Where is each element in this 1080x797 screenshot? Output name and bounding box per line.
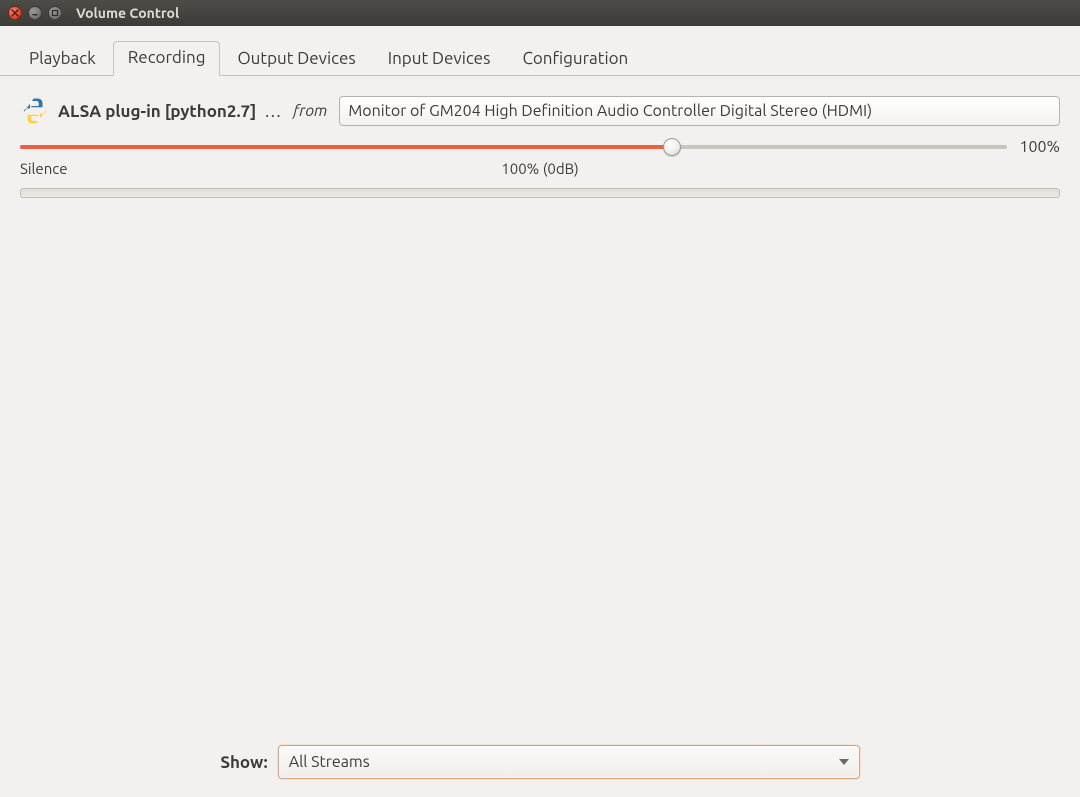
volume-slider-row: 100% (20, 138, 1060, 156)
close-icon (11, 9, 19, 17)
tab-configuration[interactable]: Configuration (507, 42, 643, 76)
close-window-button[interactable] (8, 6, 22, 20)
stream-source-select[interactable]: Monitor of GM204 High Definition Audio C… (339, 96, 1060, 126)
window-title: Volume Control (76, 5, 179, 21)
show-label: Show: (220, 753, 267, 772)
tab-recording[interactable]: Recording (113, 41, 221, 76)
volume-slider-fill (20, 145, 672, 149)
titlebar: Volume Control (0, 0, 1080, 26)
tab-output-devices[interactable]: Output Devices (222, 42, 370, 76)
show-select[interactable]: All Streams (278, 745, 860, 779)
stream-header: ALSA plug-in [python2.7] … from Monitor … (20, 96, 1060, 126)
maximize-window-button[interactable] (48, 6, 62, 20)
stream-name-truncated: … (264, 102, 281, 121)
volume-slider[interactable] (20, 138, 1007, 156)
volume-scale-labels: Silence 100% (0dB) (20, 160, 1060, 180)
python-icon (20, 96, 50, 126)
chevron-down-icon (839, 759, 849, 765)
minimize-window-button[interactable] (28, 6, 42, 20)
volume-value-text: 100% (1019, 138, 1060, 156)
stream-from-label: from (293, 102, 327, 120)
recording-content: ALSA plug-in [python2.7] … from Monitor … (0, 76, 1080, 198)
footer: Show: All Streams (0, 745, 1080, 779)
show-select-value: All Streams (289, 753, 370, 771)
volume-label-center: 100% (0dB) (20, 160, 1060, 177)
maximize-icon (51, 9, 59, 17)
stream-name: ALSA plug-in [python2.7] (58, 102, 256, 121)
minimize-icon (31, 9, 39, 17)
input-level-meter (20, 188, 1060, 198)
volume-slider-thumb[interactable] (663, 138, 681, 156)
tab-playback[interactable]: Playback (14, 42, 111, 76)
stream-source-selected: Monitor of GM204 High Definition Audio C… (348, 102, 872, 120)
tabstrip: Playback Recording Output Devices Input … (0, 26, 1080, 76)
tab-input-devices[interactable]: Input Devices (373, 42, 506, 76)
